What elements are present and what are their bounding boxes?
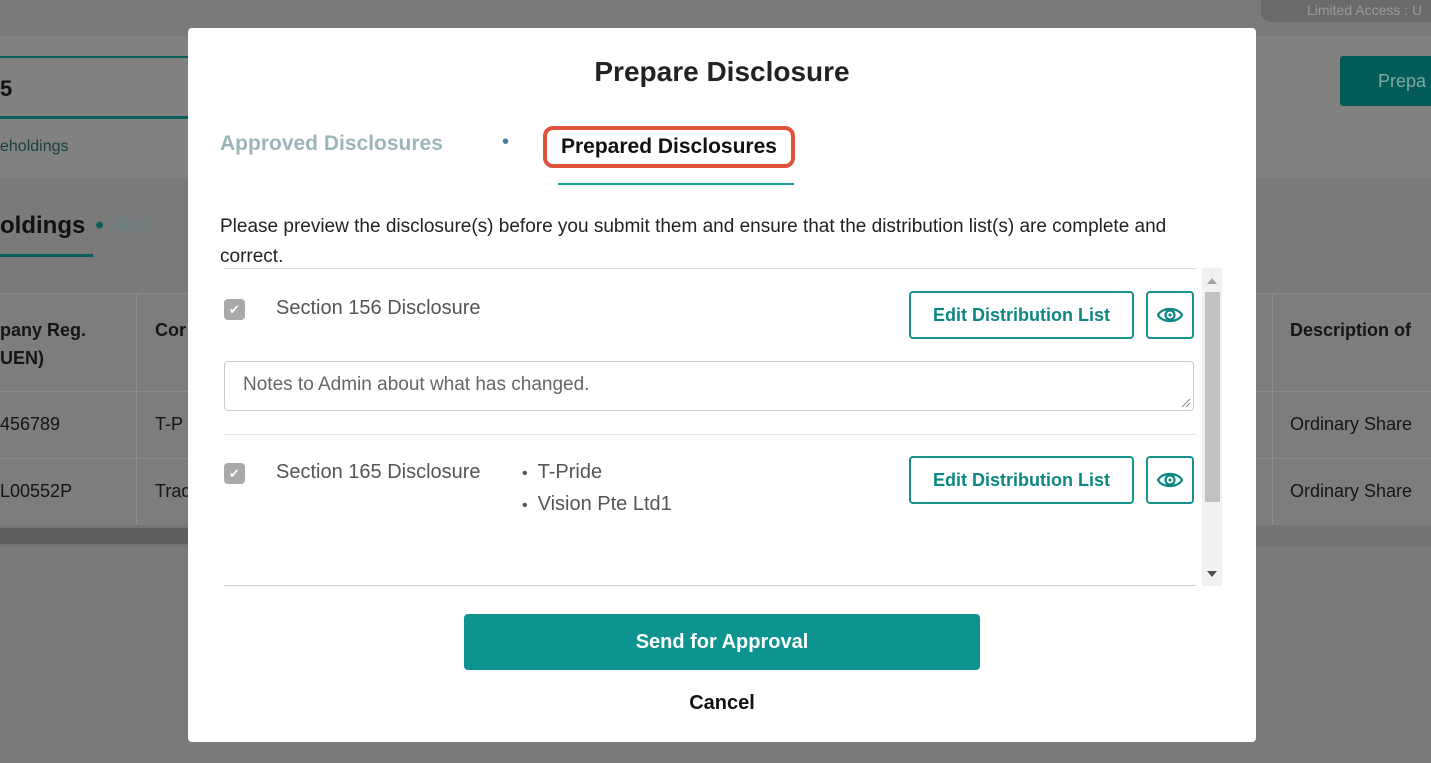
- entity-item: T-Pride: [522, 457, 672, 489]
- disclosure-label: Section 165 Disclosure: [276, 461, 481, 483]
- edit-distribution-list-button[interactable]: Edit Distribution List: [909, 291, 1134, 339]
- send-for-approval-button[interactable]: Send for Approval: [464, 614, 980, 670]
- tab-prepared-disclosures[interactable]: Prepared Disclosures: [543, 126, 795, 168]
- list-scroll-thumb[interactable]: [1205, 292, 1220, 502]
- divider: [224, 434, 1196, 435]
- edit-distribution-list-button[interactable]: Edit Distribution List: [909, 456, 1134, 504]
- cell-reg: L00552P: [0, 481, 73, 501]
- notes-placeholder: Notes to Admin about what has changed.: [243, 374, 590, 395]
- disclosure-list-content: ✔ Section 156 Disclosure Edit Distributi…: [224, 268, 1196, 586]
- limited-access-badge: Limited Access : U: [1261, 0, 1431, 22]
- intro-text: Please preview the disclosure(s) before …: [220, 216, 1167, 267]
- active-tab-underline: [558, 183, 794, 185]
- modal-title: Prepare Disclosure: [594, 56, 850, 87]
- header-company-reg: pany Reg.: [0, 320, 87, 340]
- cell-company: T-P: [155, 414, 184, 434]
- scroll-down-arrow-icon[interactable]: [1207, 571, 1217, 577]
- disclosure-item: ✔ Section 165 Disclosure T-Pride Vision …: [224, 455, 1196, 525]
- entity-item: Vision Pte Ltd1: [522, 489, 672, 521]
- disclosure-checkbox[interactable]: ✔: [224, 299, 245, 320]
- eye-icon: [1156, 307, 1184, 323]
- check-icon: ✔: [229, 302, 240, 317]
- tab-underline: [0, 254, 93, 257]
- cell-description: Ordinary Share: [1290, 414, 1413, 434]
- preview-button[interactable]: [1146, 456, 1194, 504]
- prepare-disclosure-modal: Prepare Disclosure Approved Disclosures …: [188, 28, 1256, 742]
- background-tabs: oldings • Rel: [0, 212, 151, 240]
- disclosure-checkbox[interactable]: ✔: [224, 463, 245, 484]
- prepare-button[interactable]: Prepa: [1340, 56, 1431, 106]
- scroll-up-arrow-icon[interactable]: [1207, 278, 1217, 284]
- next-notes-top-edge: [224, 585, 1196, 586]
- holdings-subtitle: eholdings: [0, 138, 69, 155]
- header-uen: UEN): [0, 348, 44, 368]
- check-icon: ✔: [229, 466, 240, 481]
- entity-list: T-Pride Vision Pte Ltd1: [522, 457, 672, 521]
- cell-reg: 456789: [0, 414, 61, 434]
- header-description: Description of: [1290, 320, 1412, 340]
- cell-company: Trad: [155, 481, 192, 501]
- resize-handle-icon[interactable]: [1181, 398, 1191, 408]
- tab-separator: •: [95, 212, 104, 239]
- tab-approved-disclosures[interactable]: Approved Disclosures: [220, 132, 443, 156]
- header-accent-line: [0, 56, 188, 58]
- disclosure-item: ✔ Section 156 Disclosure Edit Distributi…: [224, 291, 1196, 343]
- prepare-button-label: Prepa: [1378, 71, 1427, 91]
- holdings-count: 5: [0, 76, 13, 101]
- table-scroll-thumb[interactable]: [0, 528, 190, 544]
- preview-button[interactable]: [1146, 291, 1194, 339]
- access-label: Limited Access : U: [1307, 2, 1423, 18]
- cancel-button[interactable]: Cancel: [622, 692, 822, 715]
- disclosure-list[interactable]: ✔ Section 156 Disclosure Edit Distributi…: [224, 268, 1222, 586]
- header-company: Cor: [155, 320, 186, 340]
- disclosure-label: Section 156 Disclosure: [276, 297, 481, 319]
- tab-holdings[interactable]: oldings: [0, 212, 85, 239]
- eye-icon: [1156, 472, 1184, 488]
- tab-separator: •: [502, 131, 510, 153]
- count-underline: [0, 116, 188, 119]
- cell-description: Ordinary Share: [1290, 481, 1413, 501]
- notes-textarea[interactable]: Notes to Admin about what has changed.: [224, 361, 1194, 411]
- tab-related[interactable]: Rel: [114, 212, 151, 239]
